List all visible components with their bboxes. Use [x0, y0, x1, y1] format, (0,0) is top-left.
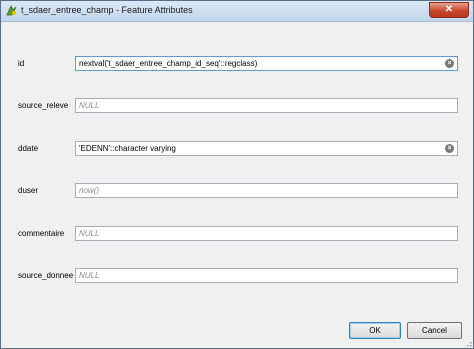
source-donnee-placeholder: NULL	[79, 271, 100, 280]
clear-icon[interactable]: ×	[445, 144, 454, 153]
source-donnee-field[interactable]: NULL	[75, 268, 458, 283]
resize-grip-icon[interactable]	[464, 339, 472, 347]
id-field[interactable]: nextval('t_sdaer_entree_champ_id_seq'::r…	[75, 56, 458, 71]
source-releve-field[interactable]: NULL	[75, 98, 458, 113]
ddate-field[interactable]: 'EDENN'::character varying ×	[75, 141, 458, 156]
qgis-icon	[5, 4, 18, 17]
field-label-id: id	[18, 59, 25, 68]
cancel-button[interactable]: Cancel	[407, 322, 462, 339]
field-label-source-donnee: source_donnee	[18, 271, 74, 280]
commentaire-placeholder: NULL	[79, 229, 100, 238]
window-title: t_sdaer_entree_champ - Feature Attribute…	[21, 5, 193, 15]
duser-placeholder: now()	[79, 186, 100, 195]
ok-button[interactable]: OK	[349, 322, 401, 339]
field-label-duser: duser	[18, 186, 39, 195]
id-field-value: nextval('t_sdaer_entree_champ_id_seq'::r…	[79, 59, 258, 68]
feature-attributes-dialog: t_sdaer_entree_champ - Feature Attribute…	[0, 0, 474, 349]
commentaire-field[interactable]: NULL	[75, 226, 458, 241]
field-label-ddate: ddate	[18, 144, 39, 153]
close-button[interactable]: ✕	[429, 2, 469, 18]
field-label-source-releve: source_releve	[18, 101, 69, 110]
title-bar[interactable]: t_sdaer_entree_champ - Feature Attribute…	[1, 1, 473, 22]
ddate-field-value: 'EDENN'::character varying	[79, 144, 176, 153]
duser-field[interactable]: now()	[75, 183, 458, 198]
clear-icon[interactable]: ×	[445, 59, 454, 68]
field-label-commentaire: commentaire	[18, 229, 65, 238]
close-icon: ✕	[444, 4, 454, 15]
source-releve-placeholder: NULL	[79, 101, 100, 110]
